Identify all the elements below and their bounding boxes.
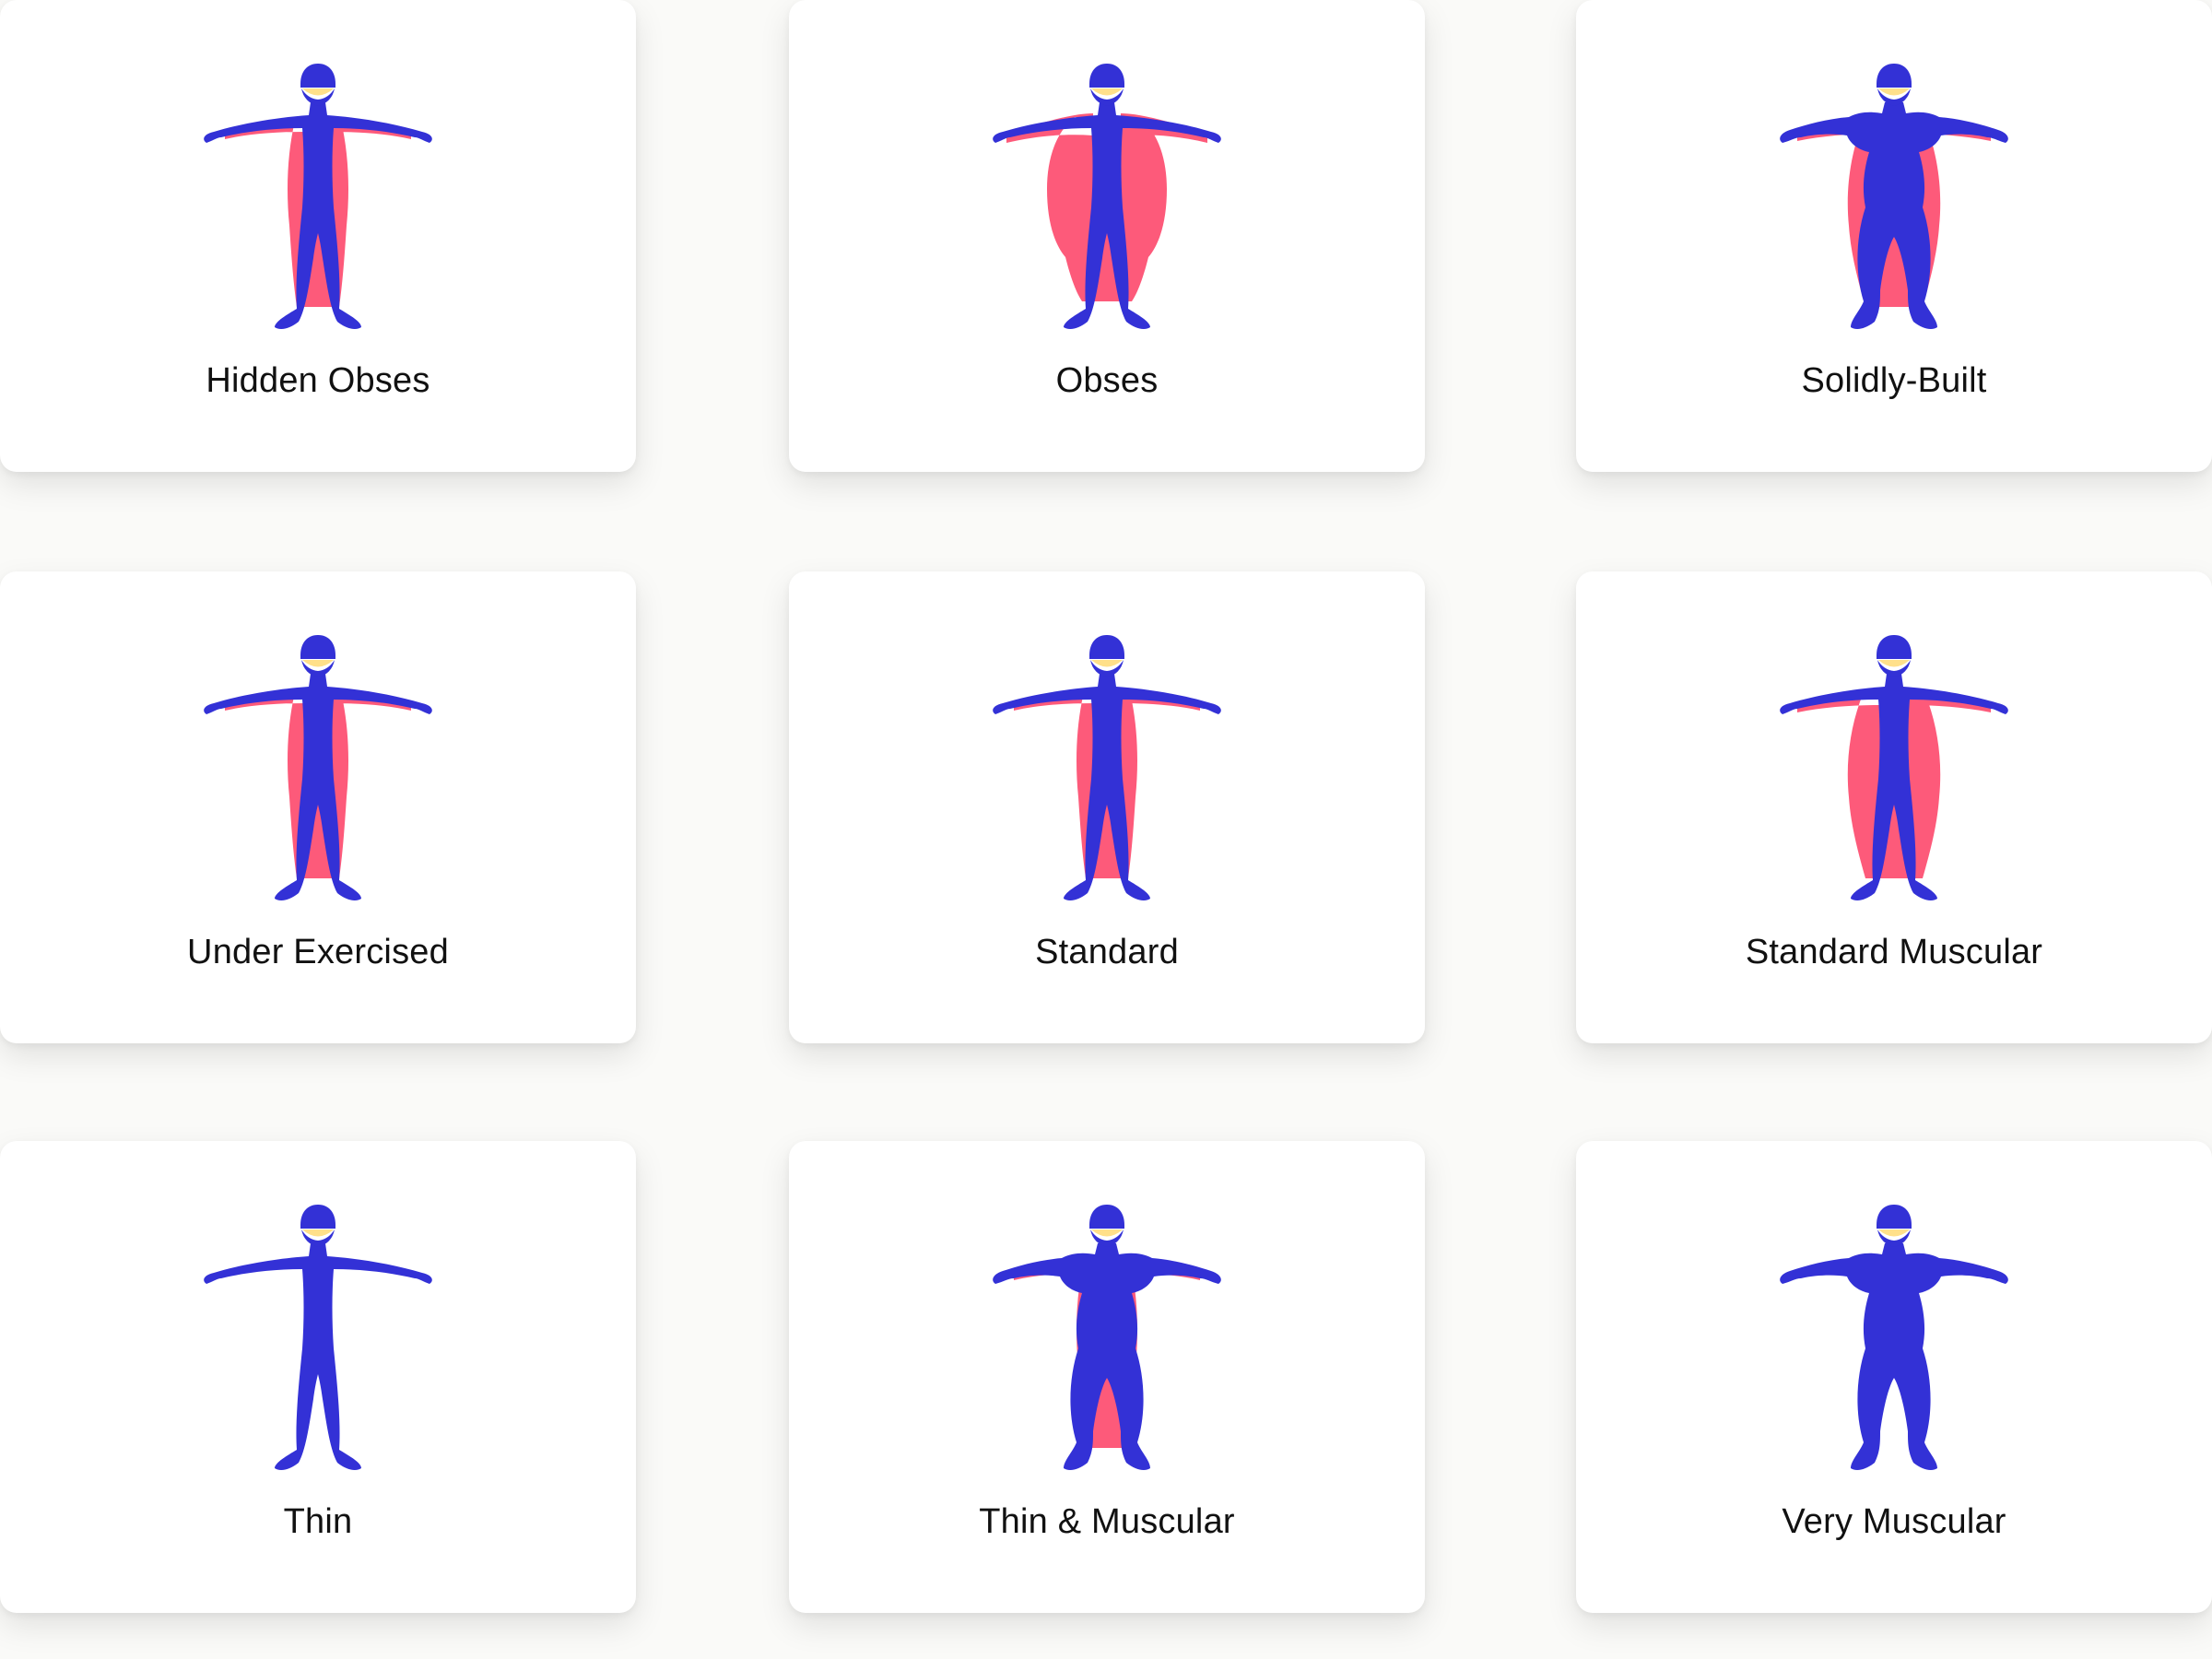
solidly-built-figure-icon [1780, 64, 2008, 329]
body-type-label: Hidden Obses [206, 361, 430, 400]
body-type-card-very-muscular[interactable]: Very Muscular [1576, 1141, 2212, 1613]
body-type-card-under-exercised[interactable]: Under Exercised [0, 571, 636, 1043]
very-muscular-figure-icon [1780, 1205, 2008, 1470]
body-type-card-thin-muscular[interactable]: Thin & Muscular [789, 1141, 1425, 1613]
under-exercised-figure-icon [204, 635, 432, 900]
obese-figure-icon [993, 64, 1221, 329]
thin-muscular-figure-icon [993, 1205, 1221, 1470]
body-type-card-obese[interactable]: Obses [789, 0, 1425, 472]
body-type-label: Standard Muscular [1745, 933, 2043, 971]
standard-figure-icon [993, 635, 1221, 900]
body-type-card-standard-muscular[interactable]: Standard Muscular [1576, 571, 2212, 1043]
body-type-label: Very Muscular [1782, 1502, 2006, 1541]
body-type-card-standard[interactable]: Standard [789, 571, 1425, 1043]
thin-figure-icon [204, 1205, 432, 1470]
hidden-obese-figure-icon [204, 64, 432, 329]
body-type-card-solidly-built[interactable]: Solidly-Built [1576, 0, 2212, 472]
body-type-card-hidden-obese[interactable]: Hidden Obses [0, 0, 636, 472]
body-type-label: Solidly-Built [1801, 361, 1987, 400]
body-type-label: Obses [1055, 361, 1159, 400]
body-type-card-thin[interactable]: Thin [0, 1141, 636, 1613]
standard-muscular-figure-icon [1780, 635, 2008, 900]
body-type-label: Standard [1035, 933, 1179, 971]
body-type-label: Under Exercised [187, 933, 449, 971]
body-type-label: Thin [283, 1502, 353, 1541]
body-type-label: Thin & Muscular [979, 1502, 1235, 1541]
